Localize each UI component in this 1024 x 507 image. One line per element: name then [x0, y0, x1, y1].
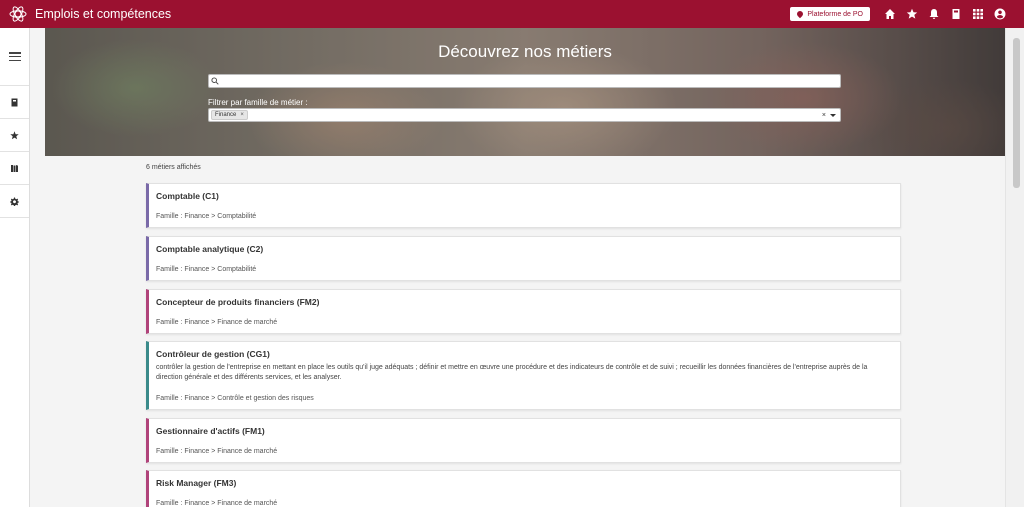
bell-icon[interactable] [928, 8, 940, 20]
user-account-icon[interactable] [994, 8, 1006, 20]
job-card-description: contrôler la gestion de l'entreprise en … [156, 364, 868, 381]
sidebar-item-jobs[interactable] [0, 86, 29, 119]
search-box[interactable] [208, 74, 841, 88]
page-scrollbar[interactable] [1005, 28, 1024, 507]
app-title: Emplois et compétences [35, 7, 172, 21]
job-card[interactable]: Gestionnaire d'actifs (FM1) Famille : Fi… [146, 418, 901, 463]
job-card-family: Famille : Finance > Finance de marché [156, 500, 278, 507]
top-app-bar: Emplois et compétences Plateforme de PO [0, 0, 1024, 28]
left-sidebar [0, 28, 30, 507]
search-input[interactable] [221, 75, 840, 87]
star-icon[interactable] [906, 8, 918, 20]
chevron-down-icon[interactable] [830, 113, 836, 117]
job-card-family: Famille : Finance > Finance de marché [156, 448, 278, 455]
book-icon [11, 98, 18, 106]
menu-toggle-button[interactable] [0, 28, 29, 86]
job-card[interactable]: Risk Manager (FM3) Famille : Finance > F… [146, 470, 901, 507]
platform-selector-button[interactable]: Plateforme de PO [790, 7, 870, 21]
filter-label: Filtrer par famille de métier : [208, 98, 308, 107]
job-card[interactable]: Contrôleur de gestion (CG1) contrôler la… [146, 341, 901, 410]
brand-logo-icon[interactable] [9, 5, 27, 23]
job-card-family: Famille : Finance > Contrôle et gestion … [156, 395, 314, 402]
job-card-family: Famille : Finance > Finance de marché [156, 319, 278, 326]
job-card[interactable]: Comptable (C1) Famille : Finance > Compt… [146, 183, 901, 228]
platform-label: Plateforme de PO [807, 10, 863, 18]
job-card-title: Gestionnaire d'actifs (FM1) [156, 426, 265, 436]
home-icon[interactable] [884, 8, 896, 20]
gear-icon [10, 197, 19, 206]
menu-icon [8, 52, 21, 61]
job-card-family: Famille : Finance > Comptabilité [156, 266, 257, 273]
scrollbar-thumb[interactable] [1013, 38, 1020, 188]
clear-filter-icon[interactable]: × [822, 112, 826, 119]
sidebar-item-library[interactable] [0, 152, 29, 185]
job-card-title: Concepteur de produits financiers (FM2) [156, 297, 320, 307]
book-icon[interactable] [950, 8, 962, 20]
search-icon [211, 76, 221, 86]
chip-remove-icon[interactable]: × [240, 112, 244, 118]
sidebar-item-settings[interactable] [0, 185, 29, 218]
job-card[interactable]: Concepteur de produits financiers (FM2) … [146, 289, 901, 334]
job-card-family: Famille : Finance > Comptabilité [156, 213, 257, 220]
job-card-title: Risk Manager (FM3) [156, 478, 237, 488]
star-icon [10, 130, 19, 139]
filter-chip-label: Finance [215, 112, 237, 118]
library-icon [11, 164, 18, 172]
job-card-title: Contrôleur de gestion (CG1) [156, 349, 270, 359]
sidebar-item-favorites[interactable] [0, 119, 29, 152]
hero-banner: Découvrez nos métiers Filtrer par famill… [45, 28, 1005, 156]
job-card-title: Comptable (C1) [156, 191, 219, 201]
job-family-filter-select[interactable]: Finance × × [208, 108, 841, 122]
job-card[interactable]: Comptable analytique (C2) Famille : Fina… [146, 236, 901, 281]
apps-grid-icon[interactable] [972, 8, 984, 20]
map-pin-icon [796, 9, 805, 19]
page-title: Découvrez nos métiers [438, 42, 612, 61]
results-count: 6 métiers affichés [146, 164, 201, 171]
job-card-title: Comptable analytique (C2) [156, 244, 264, 254]
filter-chip-finance: Finance × [211, 110, 248, 120]
